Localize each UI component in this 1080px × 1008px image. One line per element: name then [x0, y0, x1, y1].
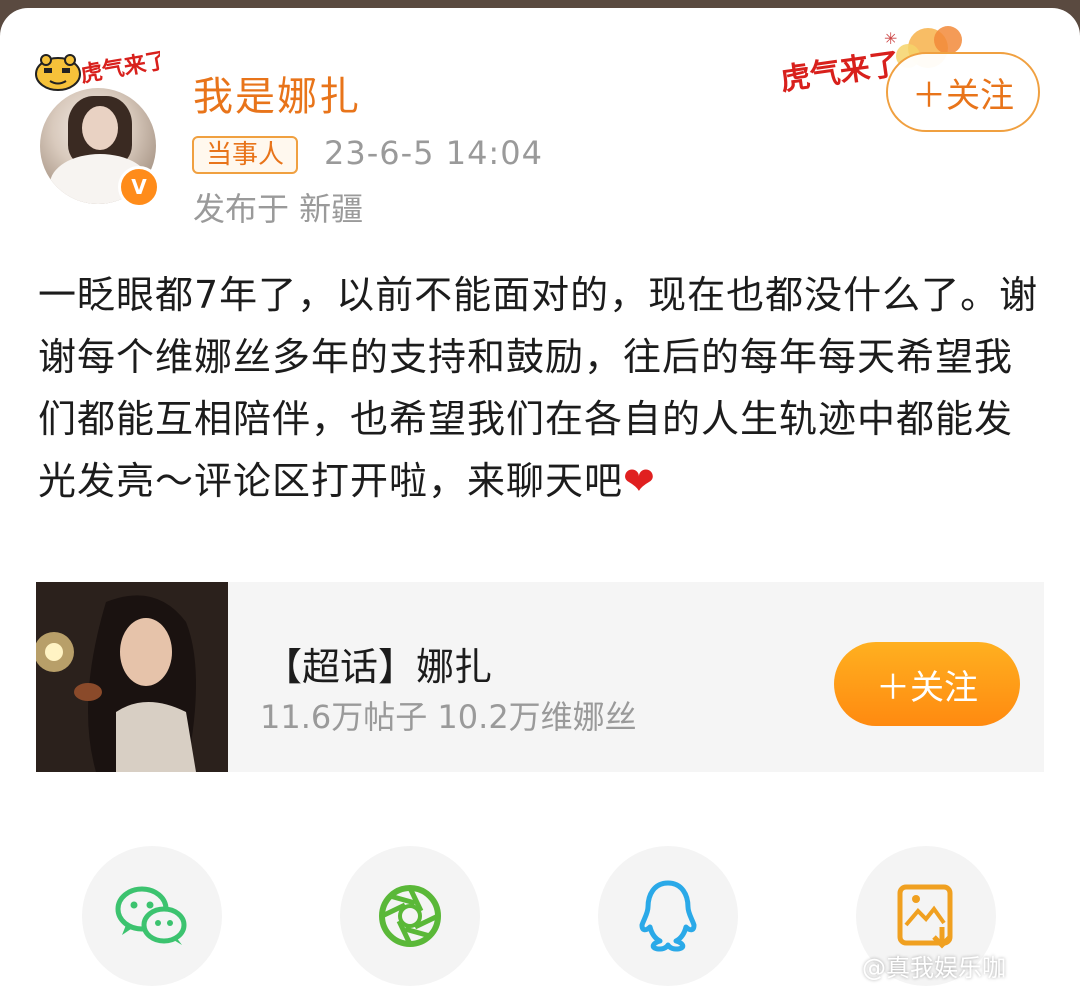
post-text: 一眨眼都7年了，以前不能面对的，现在也都没什么了。谢谢每个维娜丝多年的支持和鼓励…	[38, 273, 1039, 503]
wechat-icon	[115, 886, 187, 945]
save-image-icon	[897, 884, 953, 949]
post-timestamp: 23-6-5 14:04	[324, 134, 543, 172]
supertopic-title: 【超话】娜扎	[264, 645, 493, 689]
role-badge: 当事人	[192, 136, 299, 174]
moments-icon	[379, 885, 441, 947]
heart-icon: ❤	[623, 459, 656, 503]
supertopic-stats: 11.6万帖子 10.2万维娜丝	[260, 698, 637, 736]
follow-user-button[interactable]: ＋关注	[886, 52, 1040, 132]
svg-text:虎气来了: 虎气来了	[79, 48, 160, 88]
avatar[interactable]: 虎气来了 V	[30, 48, 170, 208]
qq-icon	[639, 880, 697, 952]
username[interactable]: 我是娜扎	[193, 64, 361, 122]
post-body: 一眨眼都7年了，以前不能面对的，现在也都没什么了。谢谢每个维娜丝多年的支持和鼓励…	[38, 264, 1048, 512]
post-location: 发布于 新疆	[193, 190, 364, 228]
supertopic-card[interactable]: 【超话】娜扎 11.6万帖子 10.2万维娜丝 ＋关注	[36, 582, 1044, 772]
weibo-post-card: 虎气来了 V 我是娜扎 当事人 23-6-5 14:04 发布于 新疆 虎气来了…	[0, 8, 1080, 1008]
svg-text:虎气来了: 虎气来了	[780, 47, 902, 98]
watermark: @真我娱乐咖	[862, 954, 1006, 982]
share-qq-button[interactable]	[598, 846, 738, 986]
supertopic-cover-image	[36, 582, 228, 772]
verified-badge-icon: V	[118, 166, 160, 208]
follow-supertopic-button[interactable]: ＋关注	[834, 642, 1020, 726]
svg-text:✳: ✳	[884, 29, 897, 48]
share-moments-button[interactable]	[340, 846, 480, 986]
share-wechat-button[interactable]	[82, 846, 222, 986]
